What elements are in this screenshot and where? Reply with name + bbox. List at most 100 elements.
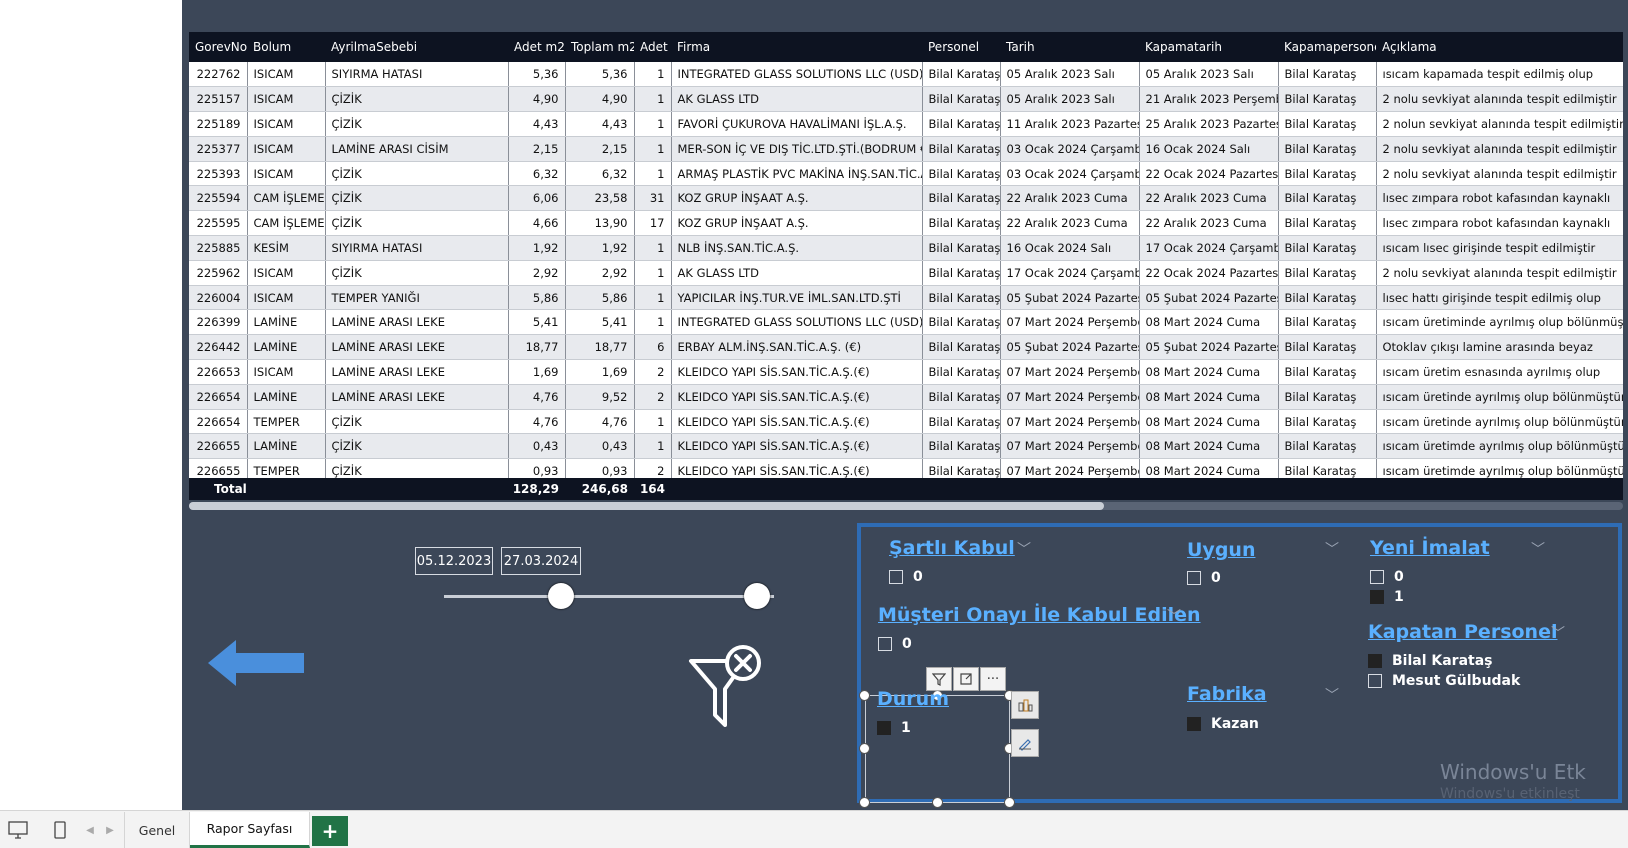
table-row[interactable]: 225885 KESİM SIYIRMA HATASI 1,92 1,92 1 NLB İN…: [189, 235, 1623, 261]
slicer-fabrika-item[interactable]: Kazan: [1187, 716, 1259, 732]
total-toplam-m2: 246,68: [581, 482, 628, 496]
date-end-input[interactable]: 27.03.2024: [501, 547, 581, 575]
horizontal-scrollbar[interactable]: [189, 502, 1623, 510]
back-arrow-icon[interactable]: [208, 640, 304, 686]
checkbox-checked[interactable]: [1370, 590, 1384, 604]
chevron-down-icon[interactable]: ﹀: [1531, 539, 1545, 559]
format-visual-icon[interactable]: [1011, 729, 1039, 757]
tab-rapor-sayfasi[interactable]: Rapor Sayfası: [190, 812, 310, 848]
table-row[interactable]: 225377 ISICAM LAMİNE ARASI CİSİM 2,15 2,15 1 M…: [189, 136, 1623, 162]
total-adet-m2: 128,29: [512, 482, 559, 496]
more-options-icon[interactable]: ···: [980, 667, 1006, 691]
slicer-item-label: Kazan: [1211, 716, 1259, 732]
column-header[interactable]: GorevNo: [189, 32, 247, 62]
slicer-musteri-onayi-item[interactable]: 0: [878, 636, 912, 652]
desktop-view-icon[interactable]: [6, 819, 30, 841]
resize-handle[interactable]: [1004, 797, 1015, 808]
table-cell: ISICAM: [247, 161, 326, 187]
column-header[interactable]: Personel: [922, 32, 1000, 62]
column-header[interactable]: AyrilmaSebebi: [325, 32, 508, 62]
table-row[interactable]: 222762 ISICAM SIYIRMA HATASI 5,36 5,36 1 INTEG…: [189, 62, 1623, 88]
chevron-down-icon[interactable]: ﹀: [1167, 606, 1181, 626]
column-header[interactable]: Tarih: [1000, 32, 1139, 62]
slicer-sartli-kabul-item[interactable]: 0: [889, 569, 923, 585]
table-row[interactable]: 226004 ISICAM TEMPER YANIĞI 5,86 5,86 1 YAPICI…: [189, 285, 1623, 311]
table-cell: TEMPER: [247, 409, 326, 435]
column-header[interactable]: Kapamatarih: [1139, 32, 1278, 62]
column-header[interactable]: Açıklama: [1376, 32, 1623, 62]
table-row[interactable]: 225189 ISICAM ÇİZİK 4,43 4,43 1 FAVORİ ÇUKUROV…: [189, 111, 1623, 137]
table-row[interactable]: 225393 ISICAM ÇİZİK 6,32 6,32 1 ARMAŞ PLASTİK …: [189, 161, 1623, 187]
table-row[interactable]: 226399 LAMİNE LAMİNE ARASI LEKE 5,41 5,41 1 IN…: [189, 309, 1623, 336]
table-row[interactable]: 225962 ISICAM ÇİZİK 2,92 2,92 1 AK GLASS LTD Bi…: [189, 260, 1623, 286]
table-cell: 18,77: [565, 334, 635, 361]
date-slider-start-handle[interactable]: [548, 583, 574, 609]
table-row[interactable]: 226653 ISICAM LAMİNE ARASI LEKE 1,69 1,69 2 KL…: [189, 359, 1623, 385]
slicer-durum-item[interactable]: 1: [877, 720, 911, 736]
date-slider-track[interactable]: [444, 595, 774, 598]
chevron-down-icon[interactable]: ﹀: [1325, 539, 1339, 559]
table-cell: lısec hattı girişinde tespit edilmiş olu…: [1376, 285, 1623, 311]
table-cell: ISICAM: [247, 62, 326, 88]
table-cell: 5,36: [565, 62, 635, 88]
table-cell: 222762: [189, 62, 248, 88]
tab-genel[interactable]: Genel: [124, 812, 190, 848]
slicer-uygun-item[interactable]: 0: [1187, 570, 1221, 586]
checkbox[interactable]: [889, 570, 903, 584]
table-cell: 2,15: [565, 136, 635, 162]
slicer-kapatan-personel-item-0[interactable]: Bilal Karataş: [1368, 653, 1493, 669]
slicer-kapatan-personel-item-1[interactable]: Mesut Gülbudak: [1368, 673, 1520, 689]
column-header[interactable]: Firma: [671, 32, 922, 62]
table-cell: ÇİZİK: [325, 185, 509, 212]
total-row: Total 128,29 246,68 164: [189, 478, 1623, 500]
chevron-down-icon[interactable]: ﹀: [1017, 539, 1031, 559]
checkbox[interactable]: [1187, 571, 1201, 585]
table-cell: 03 Ocak 2024 Çarşamba: [1000, 161, 1140, 187]
table-row[interactable]: 226655 LAMİNE ÇİZİK 0,43 0,43 1 KLEIDCO YAPI S…: [189, 433, 1623, 460]
table-row[interactable]: 225157 ISICAM ÇİZİK 4,90 4,90 1 AK GLASS LTD Bi…: [189, 86, 1623, 113]
clear-filter-icon[interactable]: [687, 645, 767, 733]
table-row[interactable]: 226654 TEMPER ÇİZİK 4,76 4,76 1 KLEIDCO YAPI S…: [189, 409, 1623, 435]
resize-handle[interactable]: [932, 797, 943, 808]
table-cell: Bilal Karataş: [922, 86, 1001, 113]
focus-mode-icon[interactable]: [953, 667, 979, 691]
table-row[interactable]: 225595 CAM İŞLEME ÇİZİK 4,66 13,90 17 KOZ GRUP…: [189, 210, 1623, 237]
add-page-button[interactable]: +: [312, 816, 348, 846]
date-start-input[interactable]: 05.12.2023: [415, 547, 493, 575]
durum-slicer-selection-frame[interactable]: [865, 695, 1010, 803]
table-row[interactable]: 225594 CAM İŞLEME ÇİZİK 6,06 23,58 31 KOZ GRUP…: [189, 185, 1623, 212]
table-cell: ÇİZİK: [325, 409, 509, 435]
column-header[interactable]: Adet: [634, 32, 671, 62]
column-header[interactable]: Toplam m2: [565, 32, 634, 62]
checkbox[interactable]: [878, 637, 892, 651]
mobile-view-icon[interactable]: [48, 819, 72, 841]
horizontal-scroll-thumb[interactable]: [189, 502, 1104, 510]
column-header[interactable]: Adet m2: [508, 32, 565, 62]
chevron-down-icon[interactable]: ﹀: [1551, 623, 1565, 643]
column-header[interactable]: Kapamapersonel: [1278, 32, 1376, 62]
resize-handle[interactable]: [859, 797, 870, 808]
slicer-yeni-imalat-item-0[interactable]: 0: [1370, 569, 1404, 585]
table-cell: 1: [634, 136, 672, 162]
table-row[interactable]: 226442 LAMİNE LAMİNE ARASI LEKE 18,77 18,77 6…: [189, 334, 1623, 361]
checkbox[interactable]: [1370, 570, 1384, 584]
date-slider-end-handle[interactable]: [744, 583, 770, 609]
table-cell: 08 Mart 2024 Cuma: [1139, 309, 1279, 336]
resize-handle[interactable]: [859, 690, 870, 701]
chevron-down-icon[interactable]: ﹀: [1325, 685, 1339, 705]
table-row[interactable]: 226654 LAMİNE LAMİNE ARASI LEKE 4,76 9,52 2 KL…: [189, 384, 1623, 410]
data-table[interactable]: GorevNo Bolum AyrilmaSebebi Adet m2 Toplam m…: [189, 32, 1623, 498]
table-cell: KOZ GRUP İNŞAAT A.Ş.: [671, 210, 923, 237]
checkbox[interactable]: [1368, 674, 1382, 688]
column-header[interactable]: Bolum: [247, 32, 325, 62]
slicer-item-label: 1: [901, 720, 911, 736]
checkbox-checked[interactable]: [1368, 654, 1382, 668]
checkbox-checked[interactable]: [877, 721, 891, 735]
resize-handle[interactable]: [859, 743, 870, 754]
scroll-right-icon[interactable]: ▶: [98, 819, 122, 841]
table-cell: 6,32: [508, 161, 566, 187]
build-visual-icon[interactable]: [1011, 691, 1039, 719]
slicer-yeni-imalat-item-1[interactable]: 1: [1370, 589, 1404, 605]
table-cell: 1: [634, 433, 672, 460]
checkbox-checked[interactable]: [1187, 717, 1201, 731]
